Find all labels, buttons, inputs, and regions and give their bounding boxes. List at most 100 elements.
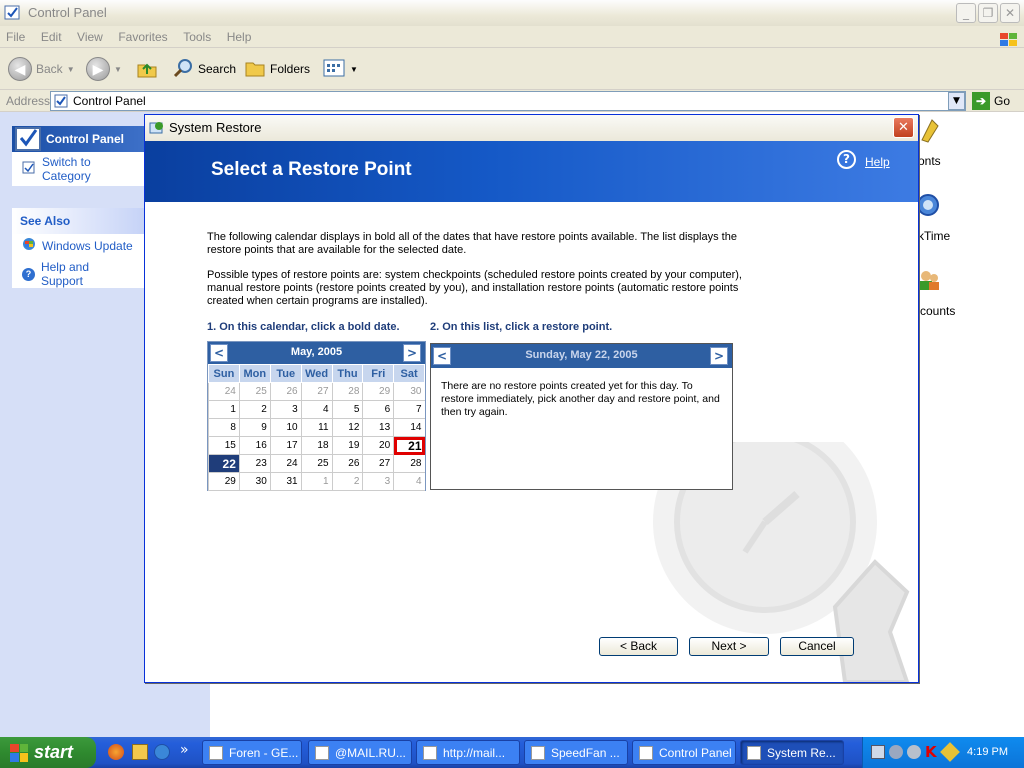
- calendar-day[interactable]: 11: [300, 418, 333, 437]
- calendar-day[interactable]: 17: [269, 436, 302, 455]
- network-tray-icon[interactable]: [871, 745, 885, 759]
- search-button[interactable]: Search: [172, 56, 236, 82]
- calendar-day-selected[interactable]: 22: [208, 454, 240, 473]
- dialog-titlebar: System Restore ✕: [145, 115, 918, 141]
- go-button[interactable]: ➔ Go: [972, 92, 1010, 110]
- calendar-day[interactable]: 4: [300, 400, 333, 419]
- calendar-week-row: 15 16 17 18 19 20 21: [208, 436, 425, 455]
- address-input[interactable]: Control Panel: [50, 91, 966, 111]
- list-next-button[interactable]: >: [710, 347, 728, 365]
- calendar-day[interactable]: 3: [269, 400, 302, 419]
- speedfan-tray-icon[interactable]: [889, 745, 903, 759]
- calendar-day[interactable]: 1: [208, 400, 240, 419]
- back-button[interactable]: < Back: [599, 637, 678, 656]
- help-and-support-link[interactable]: ? Help and Support: [12, 257, 144, 291]
- outlook-quicklaunch-icon[interactable]: [132, 744, 148, 760]
- menu-help[interactable]: Help: [221, 26, 258, 48]
- calendar-day[interactable]: 26: [331, 454, 363, 473]
- calendar-next-button[interactable]: >: [403, 344, 421, 362]
- task-button[interactable]: @MAIL.RU...: [308, 740, 412, 765]
- calendar-day[interactable]: 16: [238, 436, 271, 455]
- minimize-button[interactable]: _: [956, 3, 976, 23]
- calendar-day[interactable]: 2: [238, 400, 271, 419]
- calendar-day[interactable]: 27: [362, 454, 394, 473]
- calendar-day[interactable]: 18: [300, 436, 333, 455]
- calendar-day[interactable]: 13: [362, 418, 394, 437]
- task-button[interactable]: SpeedFan ...: [524, 740, 628, 765]
- menu-file[interactable]: File: [0, 26, 31, 48]
- calendar-day[interactable]: 7: [393, 400, 425, 419]
- calendar-day-highlighted[interactable]: 21: [393, 436, 425, 455]
- calendar-day-other-month[interactable]: 28: [331, 382, 363, 401]
- menu-tools[interactable]: Tools: [177, 26, 217, 48]
- ie-quicklaunch-icon[interactable]: [154, 744, 170, 760]
- task-button[interactable]: Control Panel: [632, 740, 736, 765]
- help-link[interactable]: Help: [865, 155, 890, 169]
- calendar-day[interactable]: 8: [208, 418, 240, 437]
- calendar-day-other-month[interactable]: 2: [331, 472, 363, 491]
- dialog-banner: Select a Restore Point ? Help: [145, 141, 918, 202]
- address-dropdown-button[interactable]: ▼: [948, 92, 965, 110]
- calendar-day-other-month[interactable]: 1: [300, 472, 333, 491]
- calendar-day[interactable]: 29: [208, 472, 240, 491]
- calendar-day[interactable]: 12: [331, 418, 363, 437]
- calendar-day-other-month[interactable]: 25: [238, 382, 271, 401]
- volume-tray-icon[interactable]: [907, 745, 921, 759]
- calendar-day[interactable]: 31: [269, 472, 302, 491]
- pen-tray-icon[interactable]: [940, 742, 960, 762]
- start-button[interactable]: start: [0, 737, 96, 768]
- calendar-day[interactable]: 23: [238, 454, 271, 473]
- address-bar: Address Control Panel ▼ ➔ Go: [0, 90, 1024, 112]
- restore-point-list: < Sunday, May 22, 2005 > There are no re…: [430, 343, 733, 490]
- calendar-day[interactable]: 15: [208, 436, 240, 455]
- calendar-day-other-month[interactable]: 3: [362, 472, 394, 491]
- folders-button[interactable]: Folders: [244, 56, 310, 82]
- cancel-button[interactable]: Cancel: [780, 637, 854, 656]
- menu-view[interactable]: View: [71, 26, 109, 48]
- close-button[interactable]: ✕: [1000, 3, 1020, 23]
- windows-update-link[interactable]: Windows Update: [12, 234, 144, 257]
- calendar-day-other-month[interactable]: 29: [362, 382, 394, 401]
- calendar-day-other-month[interactable]: 27: [300, 382, 333, 401]
- next-button[interactable]: Next >: [689, 637, 769, 656]
- kaspersky-tray-icon[interactable]: K: [925, 743, 937, 761]
- calendar-day-other-month[interactable]: 24: [208, 382, 240, 401]
- back-button[interactable]: ◀ Back ▼: [8, 56, 75, 82]
- see-also-box: See Also Windows Update ? Help and Suppo…: [12, 208, 144, 288]
- calendar-day[interactable]: 30: [238, 472, 271, 491]
- quicktime-label-fragment: kTime: [918, 229, 951, 243]
- calendar-day[interactable]: 5: [331, 400, 363, 419]
- switch-to-category-link[interactable]: Switch to Category: [12, 152, 144, 186]
- restore-button[interactable]: ❐: [978, 3, 998, 23]
- calendar-week-row: 1234567: [208, 400, 425, 419]
- views-button[interactable]: ▼: [322, 56, 358, 82]
- calendar-day[interactable]: 10: [269, 418, 302, 437]
- calendar-day-other-month[interactable]: 30: [393, 382, 425, 401]
- help-icon[interactable]: ?: [837, 150, 856, 169]
- up-folder-button[interactable]: [136, 56, 158, 82]
- forward-button[interactable]: ▶ ▼: [86, 56, 122, 82]
- task-button-active[interactable]: System Re...: [740, 740, 844, 765]
- calendar-day-other-month[interactable]: 4: [393, 472, 425, 491]
- switch-view-icon: [22, 161, 36, 178]
- calendar-day[interactable]: 20: [362, 436, 394, 455]
- menu-edit[interactable]: Edit: [35, 26, 68, 48]
- task-button[interactable]: Foren - GE...: [202, 740, 302, 765]
- quicklaunch-more[interactable]: »: [180, 742, 189, 758]
- task-button[interactable]: http://mail...: [416, 740, 520, 765]
- calendar-day[interactable]: 28: [393, 454, 425, 473]
- calendar-day[interactable]: 14: [393, 418, 425, 437]
- firefox-quicklaunch-icon[interactable]: [108, 744, 124, 760]
- calendar-day[interactable]: 25: [300, 454, 333, 473]
- quicktime-icon: [916, 193, 942, 219]
- dropdown-icon: ▼: [350, 64, 358, 74]
- dialog-close-button[interactable]: ✕: [893, 117, 914, 138]
- system-restore-icon: [149, 120, 165, 139]
- calendar-day[interactable]: 19: [331, 436, 363, 455]
- calendar-day-other-month[interactable]: 26: [269, 382, 302, 401]
- menu-favorites[interactable]: Favorites: [112, 26, 173, 48]
- calendar-day[interactable]: 9: [238, 418, 271, 437]
- calendar-day[interactable]: 6: [362, 400, 394, 419]
- explorer-titlebar: Control Panel _ ❐ ✕: [0, 0, 1024, 26]
- calendar-day[interactable]: 24: [269, 454, 302, 473]
